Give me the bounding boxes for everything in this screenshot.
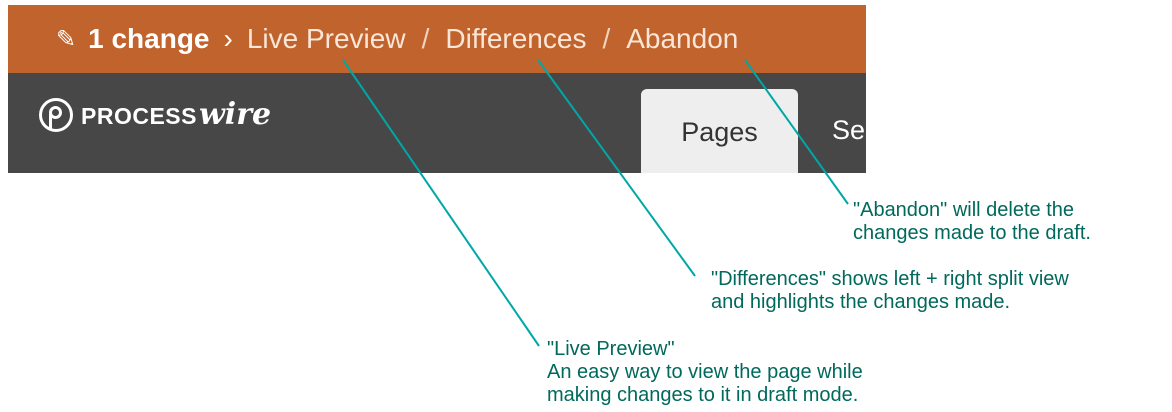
abandon-note: "Abandon" will delete the changes made t…: [853, 199, 1091, 245]
note-line: and highlights the changes made.: [711, 291, 1011, 313]
logo-word-wire: wire: [198, 97, 272, 132]
separator: /: [421, 23, 430, 54]
differences-link[interactable]: Differences: [445, 23, 586, 55]
live-preview-note: "Live Preview" An easy way to view the p…: [547, 338, 863, 407]
note-line: making changes to it in draft mode.: [547, 384, 859, 406]
note-line: "Live Preview": [547, 338, 675, 360]
processwire-logo-icon: [39, 97, 73, 132]
processwire-logo[interactable]: PROCESS wire: [39, 97, 271, 132]
chevron-right-icon: ›: [223, 23, 233, 54]
paperclip-icon: ✎: [56, 25, 77, 53]
note-line: "Differences" shows left + right split v…: [711, 268, 1069, 290]
note-line: changes made to the draft.: [853, 222, 1091, 244]
abandon-link[interactable]: Abandon: [626, 23, 738, 55]
logo-wordmark: PROCESS wire: [81, 97, 271, 132]
separator: /: [602, 23, 611, 54]
admin-masthead: PROCESS wire Pages Se: [8, 73, 866, 173]
note-line: "Abandon" will delete the: [853, 199, 1075, 221]
tab-pages[interactable]: Pages: [641, 89, 798, 173]
differences-note: "Differences" shows left + right split v…: [711, 268, 1069, 314]
note-line: An easy way to view the page while: [547, 361, 863, 383]
change-count[interactable]: 1 change: [88, 23, 209, 55]
draft-notification-bar: ✎ 1 change › Live Preview / Differences …: [8, 5, 866, 73]
logo-word-process: PROCESS: [81, 103, 197, 129]
tab-setup[interactable]: Se: [832, 115, 865, 146]
live-preview-link[interactable]: Live Preview: [247, 23, 406, 55]
